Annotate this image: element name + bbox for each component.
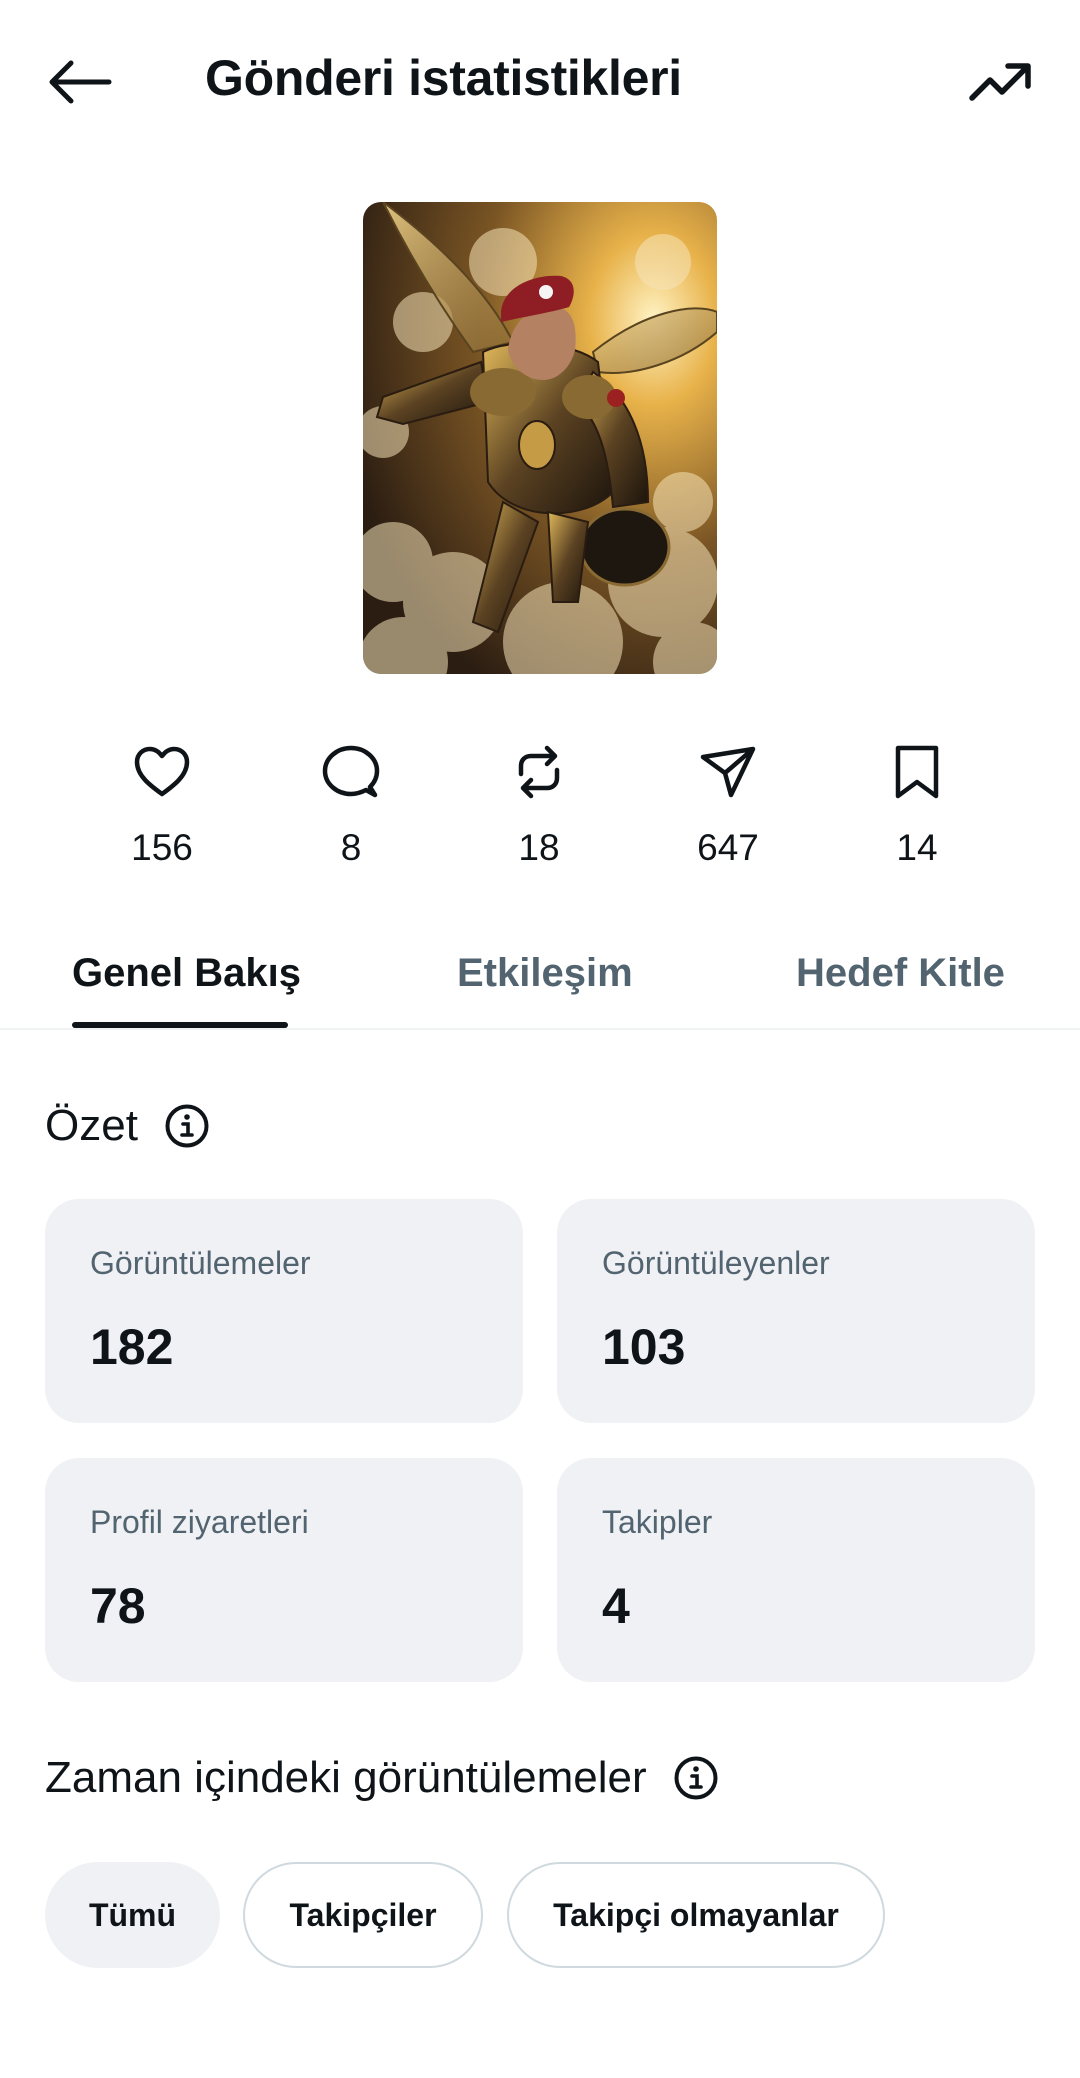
- card-label: Görüntülemeler: [90, 1245, 311, 1281]
- filter-followers-chip[interactable]: Takipçiler: [243, 1862, 483, 1968]
- summary-title: Özet: [45, 1101, 138, 1150]
- follows-card[interactable]: Takipler 4: [557, 1458, 1035, 1682]
- views-over-time-title: Zaman içindeki görüntülemeler: [45, 1753, 647, 1802]
- trending-button[interactable]: [956, 42, 1046, 122]
- top-bar: Gönderi istatistikleri: [0, 0, 1080, 160]
- tab-overview[interactable]: Genel Bakış: [72, 948, 301, 998]
- card-value: 78: [90, 1578, 146, 1634]
- card-value: 182: [90, 1319, 174, 1375]
- arrow-left-icon: [49, 60, 112, 104]
- card-label: Profil ziyaretleri: [90, 1504, 309, 1540]
- card-label: Takipler: [602, 1504, 713, 1540]
- tab-bar: Genel Bakış Etkileşim Hedef Kitle: [0, 900, 1080, 1030]
- tab-engagement[interactable]: Etkileşim: [457, 948, 633, 998]
- page-title: Gönderi istatistikleri: [205, 50, 682, 106]
- trending-up-icon: [969, 63, 1031, 101]
- likes-metric[interactable]: 156: [92, 740, 232, 880]
- replies-count: 8: [340, 827, 362, 868]
- viewers-card[interactable]: Görüntüleyenler 103: [557, 1199, 1035, 1423]
- card-value: 103: [602, 1319, 686, 1375]
- back-button[interactable]: [40, 42, 120, 122]
- likes-count: 156: [131, 827, 193, 868]
- card-label: Görüntüleyenler: [602, 1245, 830, 1281]
- comment-icon: [322, 745, 380, 798]
- post-image[interactable]: [363, 202, 717, 674]
- post-image-illustration: [363, 202, 717, 674]
- filter-all-chip[interactable]: Tümü: [45, 1862, 220, 1968]
- repost-icon: [518, 745, 560, 799]
- impressions-card[interactable]: Görüntülemeler 182: [45, 1199, 523, 1423]
- tab-audience[interactable]: Hedef Kitle: [796, 948, 1005, 998]
- summary-info-button[interactable]: [164, 1103, 210, 1149]
- views-over-time-heading: Zaman içindeki görüntülemeler: [45, 1750, 719, 1806]
- shares-count: 647: [697, 827, 759, 868]
- reposts-metric[interactable]: 18: [469, 740, 609, 880]
- info-icon: [674, 1756, 718, 1800]
- summary-heading: Özet: [45, 1098, 210, 1154]
- filter-non-followers-chip[interactable]: Takipçi olmayanlar: [507, 1862, 885, 1968]
- bookmark-icon: [895, 745, 939, 799]
- views-info-button[interactable]: [673, 1755, 719, 1801]
- active-tab-indicator: [72, 1022, 288, 1028]
- shares-metric[interactable]: 647: [658, 740, 798, 880]
- bookmarks-metric[interactable]: 14: [847, 740, 987, 880]
- send-icon: [700, 746, 756, 798]
- profile-visits-card[interactable]: Profil ziyaretleri 78: [45, 1458, 523, 1682]
- card-value: 4: [602, 1578, 630, 1634]
- replies-metric[interactable]: 8: [281, 740, 421, 880]
- bookmarks-count: 14: [896, 827, 938, 868]
- info-icon: [165, 1104, 209, 1148]
- heart-icon: [134, 746, 190, 797]
- reposts-count: 18: [518, 827, 560, 868]
